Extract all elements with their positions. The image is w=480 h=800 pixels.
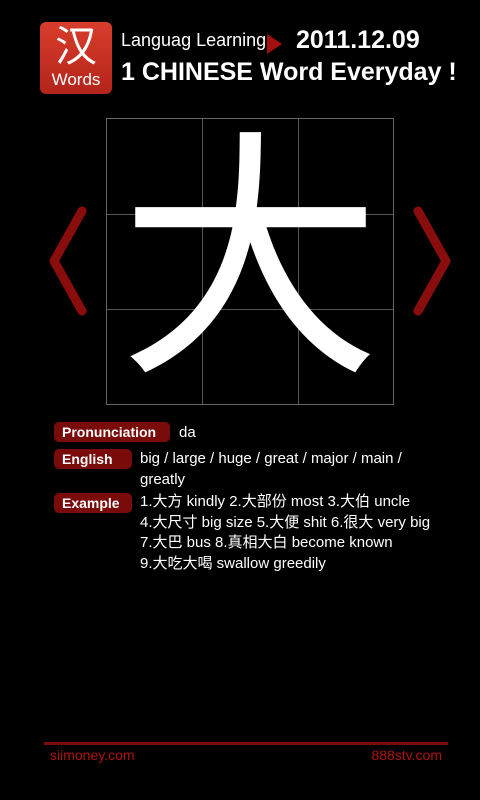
footer-divider [44,742,448,745]
example-list: 1.大方 kindly 2.大部份 most 3.大伯 uncle 4.大尺寸 … [140,492,470,574]
example-line: 9.大吃大喝 swallow greedily [140,554,326,572]
english-label: English [54,449,132,469]
pronunciation-label: Pronunciation [54,422,170,442]
triangle-right-icon [267,34,282,54]
footer-link-left[interactable]: siimoney.com [50,747,135,763]
example-line: 4.大尺寸 big size 5.大便 shit 6.很大 very big [140,513,431,531]
english-value: big / large / huge / great / major / mai… [140,450,402,488]
logo-character: 汉 [54,22,97,71]
word-character: 大 [119,108,381,414]
logo-text: Words [51,70,101,89]
example-line: 7.大巴 bus 8.真相大白 become known [140,534,393,551]
date-label: 2011.12.09 [296,26,420,54]
pronunciation-value: da [179,424,196,441]
page-title: 1 CHINESE Word Everyday ! [121,58,457,86]
chevron-right-icon[interactable] [410,205,454,317]
app-logo: 汉 Words [40,22,112,94]
chevron-left-icon[interactable] [46,205,90,317]
app-subtitle: Languag Learning [121,30,267,50]
footer-link-right[interactable]: 888stv.com [371,747,442,763]
example-line: 1.大方 kindly 2.大部份 most 3.大伯 uncle [140,493,411,510]
character-grid: 大 [106,118,394,405]
example-label: Example [54,493,132,513]
